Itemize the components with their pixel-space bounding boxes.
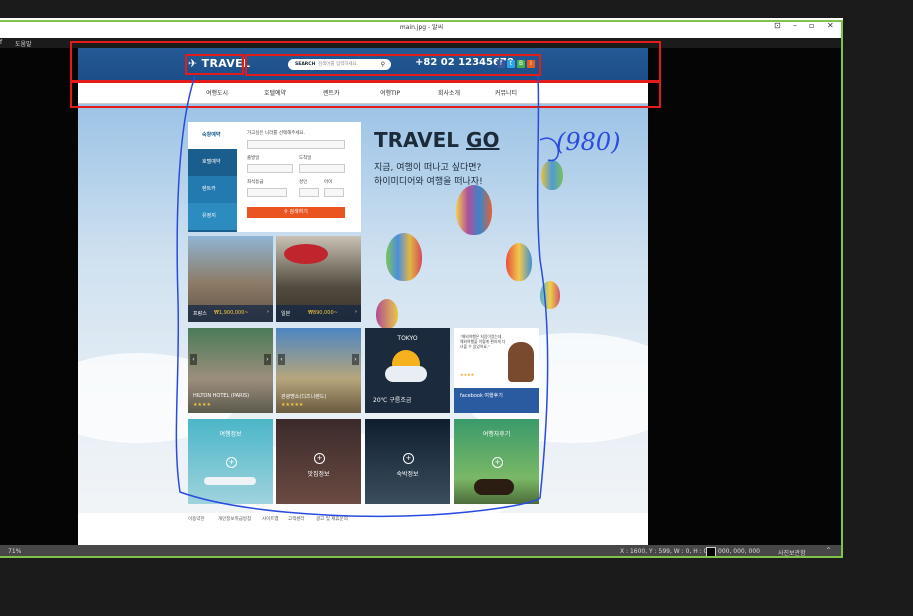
annotation-blue-outline (175, 75, 559, 518)
annotation-width-note: (980) (556, 128, 621, 156)
